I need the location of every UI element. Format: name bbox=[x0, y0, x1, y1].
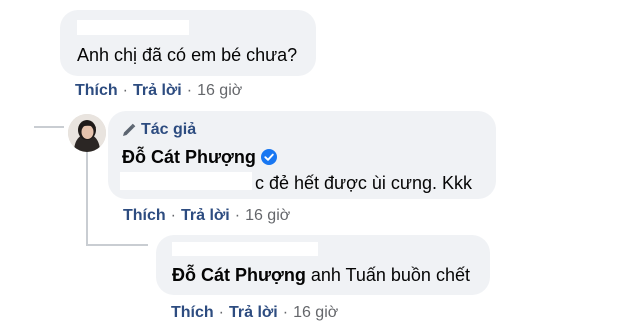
mention-link[interactable]: Đỗ Cát Phượng bbox=[172, 265, 306, 285]
comment-actions-3: Thích · Trả lời · 16 giờ bbox=[171, 304, 338, 322]
like-button-2[interactable]: Thích bbox=[123, 207, 166, 225]
comment-text-3-body: anh Tuấn buồn chết bbox=[305, 265, 470, 285]
reply-button-2[interactable]: Trả lời bbox=[181, 207, 230, 225]
comment-actions-1: Thích · Trả lời · 16 giờ bbox=[75, 82, 242, 100]
thread-connector-1 bbox=[34, 126, 64, 128]
timestamp-1[interactable]: 16 giờ bbox=[197, 82, 242, 100]
comment-text-2: c đẻ hết được ùi cưng. Kkk bbox=[255, 173, 473, 193]
redacted-name-3 bbox=[172, 242, 318, 256]
author-name[interactable]: Đỗ Cát Phượng bbox=[122, 147, 277, 168]
reply-button-3[interactable]: Trả lời bbox=[229, 304, 278, 322]
author-avatar[interactable] bbox=[68, 114, 106, 152]
redacted-text-2 bbox=[120, 172, 252, 190]
separator: · bbox=[122, 82, 128, 99]
separator: · bbox=[170, 207, 176, 224]
avatar-image bbox=[68, 114, 106, 152]
like-button-1[interactable]: Thích bbox=[75, 82, 118, 100]
comment-actions-2: Thích · Trả lời · 16 giờ bbox=[123, 207, 290, 225]
separator: · bbox=[234, 207, 241, 224]
author-badge-label: Tác giả bbox=[141, 121, 197, 138]
thread-line-vertical bbox=[86, 148, 88, 246]
comment-text-1: Anh chị đã có em bé chưa? bbox=[77, 45, 298, 65]
redacted-name-1 bbox=[77, 20, 189, 35]
reply-button-1[interactable]: Trả lời bbox=[133, 82, 182, 100]
separator: · bbox=[186, 82, 193, 99]
separator: · bbox=[218, 304, 224, 321]
thread-connector-2 bbox=[86, 244, 148, 246]
author-name-label[interactable]: Đỗ Cát Phượng bbox=[122, 147, 256, 167]
verified-badge-icon bbox=[260, 149, 277, 165]
like-button-3[interactable]: Thích bbox=[171, 304, 214, 322]
separator: · bbox=[282, 304, 289, 321]
timestamp-2[interactable]: 16 giờ bbox=[245, 207, 290, 225]
pencil-icon bbox=[123, 123, 136, 136]
author-badge: Tác giả bbox=[122, 121, 196, 139]
comment-text-3: Đỗ Cát Phượng anh Tuấn buồn chết bbox=[172, 265, 470, 286]
timestamp-3[interactable]: 16 giờ bbox=[293, 304, 338, 322]
